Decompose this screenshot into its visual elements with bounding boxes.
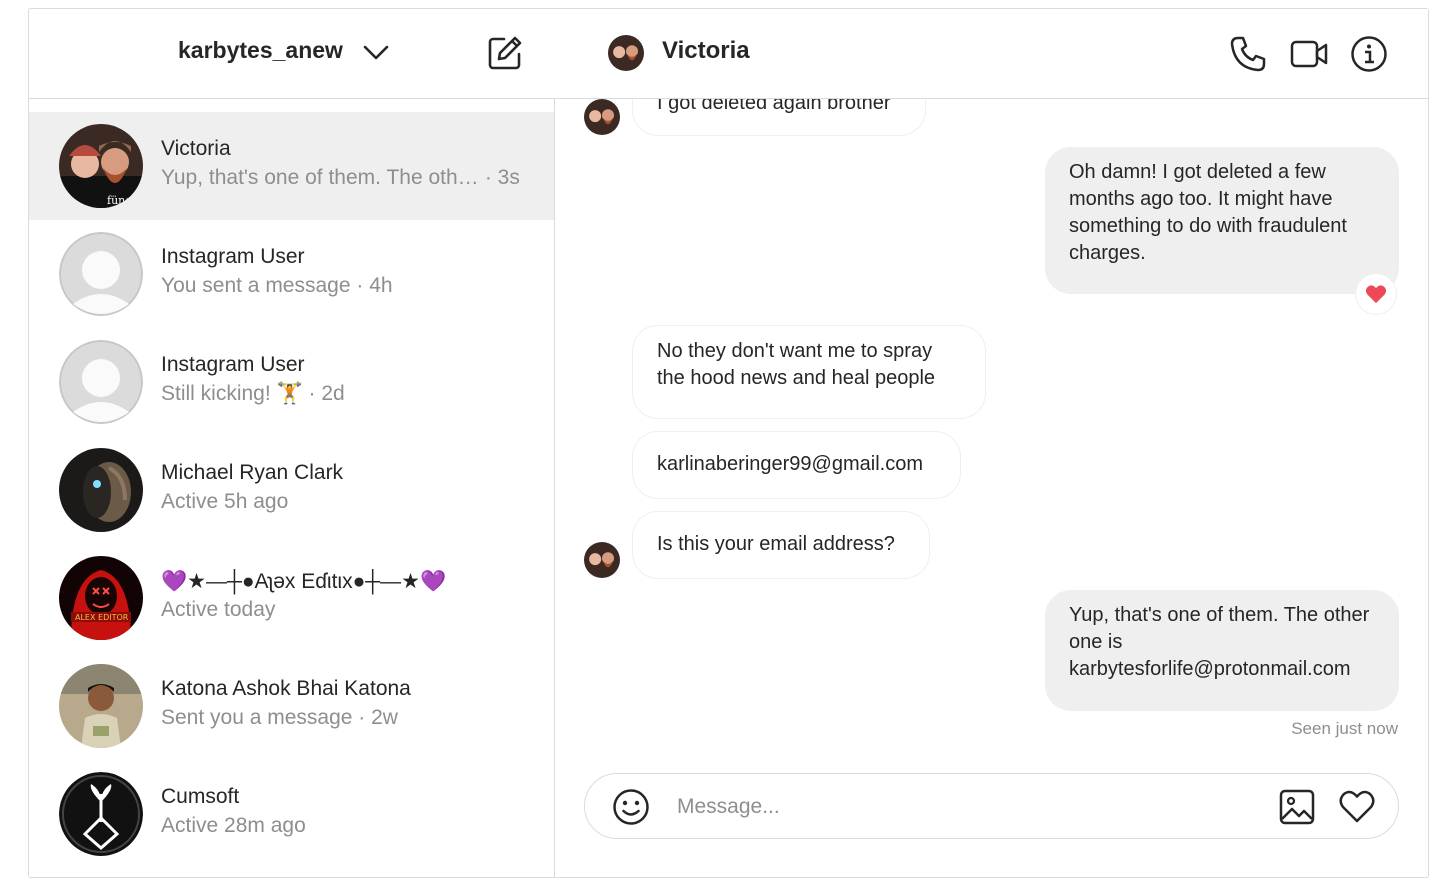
- thread-snippet-text: Active today: [161, 598, 276, 621]
- conversation-panel: Victoria I got deleted again brother Oh …: [554, 9, 1428, 877]
- thread-name: 💜★—┼●Aʅəx Eɗιtιx●┼—★💜: [161, 570, 447, 593]
- image-icon[interactable]: [1277, 787, 1317, 827]
- thread-snippet-text: Yup, that's one of them. The other one i…: [161, 166, 479, 189]
- thread-instagram-user-1[interactable]: Instagram User You sent a message · 4h: [29, 220, 554, 328]
- thread-time: · 2d: [308, 382, 345, 405]
- avatar: [584, 542, 620, 578]
- account-switcher-label[interactable]: karbytes_anew: [178, 37, 343, 64]
- thread-name: Victoria: [161, 137, 231, 160]
- avatar: [584, 99, 620, 135]
- thread-alex-editix[interactable]: ALEX EDITOR 💜★—┼●Aʅəx Eɗιtιx●┼—★💜 Active…: [29, 544, 554, 652]
- thread-victoria[interactable]: füng Victoria Yup, that's one of them. T…: [29, 112, 554, 220]
- conversation-header: Victoria: [554, 9, 1428, 99]
- thread-snippet: Yup, that's one of them. The other one i…: [161, 166, 520, 190]
- compose-icon[interactable]: [487, 35, 523, 71]
- message-bubble-incoming[interactable]: I got deleted again brother: [632, 99, 926, 136]
- message-composer: [584, 773, 1399, 839]
- seen-status: Seen just now: [1291, 719, 1398, 738]
- thread-snippet-text: Sent you a message: [161, 706, 353, 729]
- thread-name: Instagram User: [161, 245, 305, 268]
- message-bubble-incoming[interactable]: Is this your email address?: [632, 511, 930, 579]
- thread-name: Instagram User: [161, 353, 305, 376]
- chevron-down-icon[interactable]: [363, 42, 389, 62]
- thread-snippet: Active today: [161, 598, 275, 622]
- thread-michael-ryan-clark[interactable]: Michael Ryan Clark Active 5h ago: [29, 436, 554, 544]
- video-icon[interactable]: [1290, 35, 1328, 73]
- thread-instagram-user-2[interactable]: Instagram User Still kicking! 🏋 · 2d: [29, 328, 554, 436]
- thread-snippet-text: Active 28m ago: [161, 814, 306, 837]
- thread-snippet-text: Still kicking! 🏋: [161, 382, 303, 405]
- svg-text:füng: füng: [107, 194, 132, 207]
- phone-icon[interactable]: [1229, 35, 1267, 73]
- avatar: [59, 772, 143, 856]
- default-avatar-icon: [59, 340, 143, 424]
- avatar: [59, 448, 143, 532]
- message-bubble-incoming[interactable]: No they don't want me to spray the hood …: [632, 325, 986, 419]
- thread-list: füng Victoria Yup, that's one of them. T…: [29, 112, 554, 868]
- app-frame: karbytes_anew füng Victoria Yup, that's …: [28, 8, 1429, 878]
- message-bubble-outgoing[interactable]: Yup, that's one of them. The other one i…: [1045, 590, 1399, 711]
- heart-icon[interactable]: [1337, 787, 1377, 827]
- thread-snippet: You sent a message · 4h: [161, 274, 393, 298]
- thread-time: · 2w: [358, 706, 398, 729]
- default-avatar-icon: [59, 232, 143, 316]
- message-input[interactable]: [675, 788, 1239, 826]
- conversation-title[interactable]: Victoria: [662, 37, 750, 65]
- thread-snippet: Active 5h ago: [161, 490, 288, 514]
- thread-time: · 4h: [356, 274, 393, 297]
- thread-snippet-text: Active 5h ago: [161, 490, 289, 513]
- thread-time: · 3s: [484, 166, 520, 189]
- heart-reaction-icon[interactable]: [1356, 274, 1396, 314]
- thread-name: Michael Ryan Clark: [161, 461, 344, 484]
- inbox-panel: karbytes_anew füng Victoria Yup, that's …: [29, 9, 555, 877]
- thread-name: Cumsoft: [161, 785, 240, 808]
- avatar: ALEX EDITOR: [59, 556, 143, 640]
- info-icon[interactable]: [1350, 35, 1388, 73]
- emoji-icon[interactable]: [611, 787, 651, 827]
- message-list: I got deleted again brother Oh damn! I g…: [554, 99, 1428, 759]
- avatar[interactable]: [608, 35, 644, 71]
- thread-snippet: Still kicking! 🏋 · 2d: [161, 382, 345, 406]
- thread-katona-ashok-bhai-katona[interactable]: Katona Ashok Bhai Katona Sent you a mess…: [29, 652, 554, 760]
- message-bubble-incoming[interactable]: karlinaberinger99@gmail.com: [632, 431, 961, 499]
- avatar: füng: [59, 124, 143, 208]
- inbox-header: karbytes_anew: [29, 9, 554, 99]
- thread-snippet-text: You sent a message: [161, 274, 351, 297]
- thread-name: Katona Ashok Bhai Katona: [161, 677, 411, 700]
- thread-cumsoft[interactable]: Cumsoft Active 28m ago: [29, 760, 554, 868]
- thread-snippet: Active 28m ago: [161, 814, 306, 838]
- message-bubble-outgoing[interactable]: Oh damn! I got deleted a few months ago …: [1045, 147, 1399, 294]
- svg-text:ALEX EDITOR: ALEX EDITOR: [75, 613, 129, 622]
- avatar: [59, 664, 143, 748]
- thread-snippet: Sent you a message · 2w: [161, 706, 398, 730]
